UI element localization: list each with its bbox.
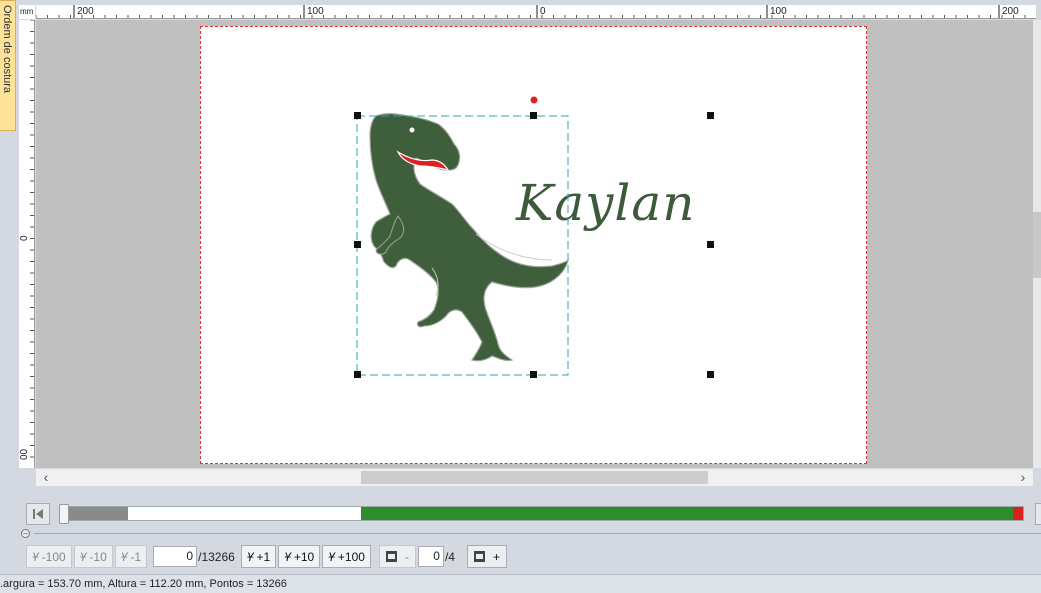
progress-slider-handle[interactable] (59, 504, 69, 524)
go-to-first-stitch-button[interactable] (26, 503, 50, 525)
handle-mid-left[interactable] (354, 241, 361, 248)
collapse-panel-icon[interactable]: – (21, 529, 30, 538)
vertical-scrollbar[interactable] (1033, 20, 1041, 468)
color-plus-button[interactable]: + (466, 545, 507, 568)
stitch-toolbar: Ұ -100 Ұ -10 Ұ -1 0 /13266 Ұ +1 Ұ +10 Ұ +100 -… (26, 545, 509, 568)
ruler-label: 200 (1002, 6, 1019, 17)
left-ruler-ticks: 000 (19, 20, 34, 460)
stitch-minus-1-button[interactable]: Ұ -1 (114, 545, 148, 568)
needle-icon: Ұ (246, 549, 254, 564)
ruler-label: 00 (19, 448, 30, 460)
design-name-text[interactable]: Kaylan (515, 174, 695, 232)
stitch-plus-100-button[interactable]: Ұ +100 (322, 545, 371, 568)
stitch-minus-100-button[interactable]: Ұ -100 (26, 545, 72, 568)
app-root: { "side_tab": { "label": "Ordem de costu… (0, 0, 1041, 593)
ruler-label: 100 (307, 6, 324, 17)
ruler-unit-label: mm (20, 7, 34, 16)
sewing-order-tab-label: Ordem de costura (1, 5, 13, 94)
handle-top-right[interactable] (707, 112, 714, 119)
needle-icon: Ұ (32, 549, 39, 564)
left-ruler: 0 00 (19, 20, 35, 468)
needle-icon: Ұ (284, 549, 291, 564)
trex-eye (408, 126, 416, 134)
color-minus-button[interactable]: - (378, 545, 416, 568)
trex-embroidery[interactable] (369, 113, 569, 362)
horizontal-scroll-thumb[interactable] (361, 471, 708, 484)
current-stitch-input[interactable]: 0 (153, 546, 198, 567)
vertical-scroll-thumb[interactable] (1033, 212, 1041, 278)
stitch-minus-10-button[interactable]: Ұ -10 (73, 545, 113, 568)
ruler-label: 0 (19, 235, 30, 241)
progress-end-marker (1013, 507, 1023, 520)
current-color-input[interactable]: 0 (417, 546, 444, 567)
go-to-last-stitch-button[interactable] (1035, 503, 1041, 525)
stitch-plus-10-button[interactable]: Ұ +10 (278, 545, 321, 568)
ruler-label: 200 (77, 6, 94, 17)
ruler-label: 100 (770, 6, 787, 17)
color-total-label: /4 (444, 549, 455, 564)
status-bar: .argura = 153.70 mm, Altura = 112.20 mm,… (0, 574, 1041, 593)
needle-icon: Ұ (79, 549, 87, 564)
needle-icon: Ұ (328, 549, 335, 564)
scroll-right-icon[interactable]: › (1015, 469, 1031, 486)
handle-top-left[interactable] (354, 112, 361, 119)
handle-bottom-left[interactable] (354, 371, 361, 378)
color-block-icon (473, 551, 485, 562)
stitch-total-label: /13266 (198, 549, 235, 564)
top-ruler: 200 100 0 100 200 (36, 5, 1036, 19)
color-block-icon (385, 551, 397, 562)
sewing-order-tab[interactable]: Ordem de costura (0, 0, 16, 131)
top-ruler-ticks: 200 100 0 100 200 (36, 5, 1026, 18)
first-bar-icon (33, 509, 35, 519)
design-canvas[interactable]: Kaylan (36, 20, 1033, 468)
progress-start-segment (61, 507, 128, 520)
handle-mid-right[interactable] (707, 241, 714, 248)
ruler-unit-corner: mm (19, 5, 35, 19)
scroll-left-icon[interactable]: ‹ (38, 469, 54, 486)
panel-separator (34, 533, 1041, 534)
handle-top-mid[interactable] (530, 112, 537, 119)
stitch-progress-track[interactable] (59, 504, 1024, 524)
design-layer: Kaylan (354, 96, 714, 378)
stitch-plus-1-button[interactable]: Ұ +1 (240, 545, 277, 568)
first-arrow-icon (36, 509, 43, 519)
horizontal-scrollbar[interactable]: ‹ › (36, 469, 1033, 486)
progress-stitched-fill (361, 507, 1013, 520)
handle-bottom-mid[interactable] (530, 371, 537, 378)
needle-icon: Ұ (120, 549, 128, 564)
ruler-label: 0 (540, 6, 546, 17)
handle-bottom-right[interactable] (707, 371, 714, 378)
rotate-handle[interactable] (530, 96, 538, 104)
